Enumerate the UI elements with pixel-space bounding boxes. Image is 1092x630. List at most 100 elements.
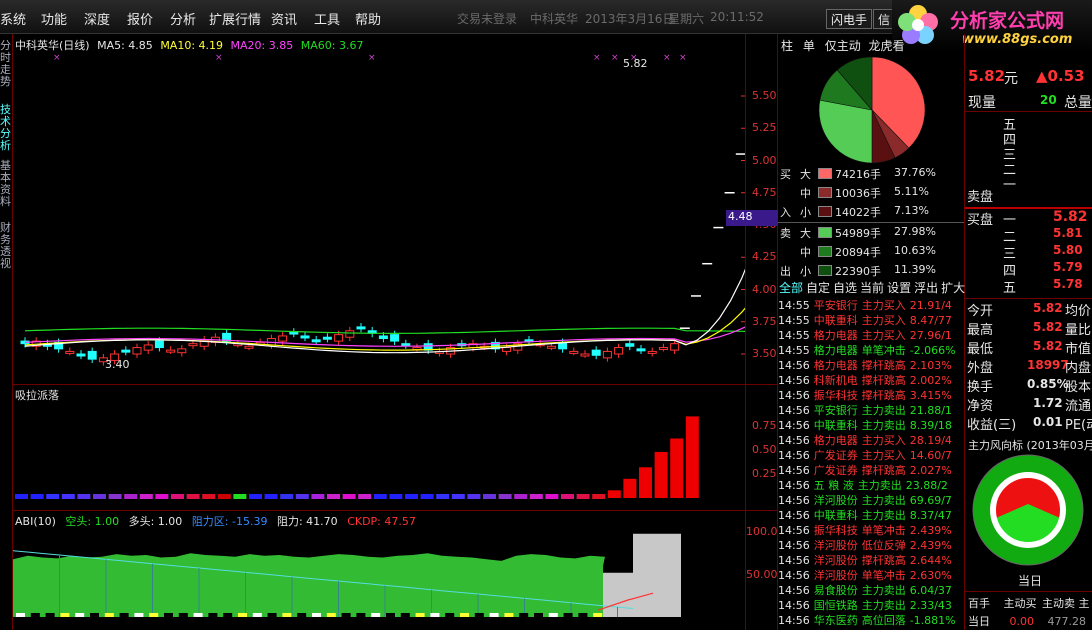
menu-quote[interactable]: 报价 (127, 9, 153, 28)
trade-row[interactable]: 14:55 格力电器 单笔冲击 -2.066% (778, 342, 960, 358)
trade-value: 21.91/4 (909, 299, 952, 312)
menu-news[interactable]: 资讯 (271, 9, 297, 28)
candle-body (569, 350, 579, 354)
filter-tab[interactable]: 扩大 (941, 281, 965, 295)
trade-time: 14:56 (778, 404, 810, 417)
tab-active-only[interactable]: 仅主动 (825, 39, 861, 53)
trade-value: 6.04/37 (909, 584, 952, 597)
filter-tab[interactable]: 当前 (860, 281, 884, 295)
trade-row[interactable]: 14:56 洋河股份 撑杆跳高 2.644% (778, 552, 956, 568)
price-tick: 3.75 (752, 314, 777, 328)
candle-body (87, 350, 97, 360)
flow-side: 出 (780, 265, 791, 278)
trade-row[interactable]: 14:55 格力电器 主力买入 27.96/1 (778, 327, 956, 343)
flow-percent: 27.98% (894, 225, 936, 238)
flow-side: 买 (780, 168, 791, 181)
trade-row[interactable]: 14:56 振华科技 撑杆跳高 3.415% (778, 387, 956, 403)
tab-bar[interactable]: 柱 (781, 39, 793, 53)
indicator1-bar (576, 494, 590, 499)
candlestick-chart[interactable]: × × × × × × × × (13, 50, 745, 384)
trade-row[interactable]: 14:56 洋河股份 主力卖出 69.69/7 (778, 492, 956, 508)
trade-row[interactable]: 14:55 平安银行 主力买入 21.91/4 (778, 297, 956, 313)
trade-stock: 科新机电 (813, 374, 858, 387)
filter-tab[interactable]: 自选 (833, 281, 857, 295)
menu-help[interactable]: 帮助 (355, 9, 381, 28)
candle-body (546, 345, 556, 349)
abi-small-bar (223, 613, 233, 617)
trade-value: -2.066% (909, 344, 956, 357)
flow-swatch (818, 187, 832, 198)
trade-row[interactable]: 14:56 国恒铁路 主力卖出 2.33/43 (778, 597, 956, 613)
header-time: 20:11:52 (710, 10, 764, 24)
tab-dragon-tiger[interactable]: 龙虎看 (869, 39, 905, 53)
side-tab-fundamentals[interactable]: 基本资料 (0, 160, 12, 216)
abi-small-bar (548, 613, 558, 617)
menu-system[interactable]: 系统 (0, 9, 26, 28)
indicator1-bar (685, 416, 699, 498)
trade-row[interactable]: 14:56 格力电器 主力买入 28.19/4 (778, 432, 956, 448)
trade-type: 撑杆跳高 (861, 464, 906, 477)
side-tab-technical[interactable]: 技术分析 (0, 104, 12, 156)
header-main: 主 (1078, 597, 1090, 610)
stat-label-2: 股本 (1065, 380, 1092, 395)
stat-label: 收益(三) (967, 418, 1017, 433)
flash-trade-button[interactable]: 闪电手 (826, 9, 873, 29)
abi-small-bar (267, 613, 277, 617)
filter-tab[interactable]: 设置 (887, 281, 911, 295)
menu-tools[interactable]: 工具 (314, 9, 340, 28)
filter-tab[interactable]: 浮出 (914, 281, 938, 295)
candle-body (647, 350, 657, 354)
trade-time: 14:56 (778, 389, 810, 402)
trade-row[interactable]: 14:56 洋河股份 低位反弹 2.439% (778, 537, 956, 553)
trade-value: 2.103% (909, 359, 952, 372)
trade-row[interactable]: 14:56 中联重科 主力卖出 8.37/47 (778, 507, 956, 523)
trade-row[interactable]: 14:56 振华科技 单笔冲击 2.439% (778, 522, 956, 538)
signal-marker: × (368, 53, 376, 63)
menu-depth[interactable]: 深度 (84, 9, 110, 28)
candle-body (670, 343, 680, 351)
trade-row[interactable]: 14:56 广发证券 主力买入 14.60/7 (778, 447, 956, 463)
trade-row[interactable]: 14:56 科新机电 撑杆跳高 2.002% (778, 372, 956, 388)
trade-row[interactable]: 14:56 五 粮 液主力卖出 23.88/2 (778, 477, 952, 493)
stat-label: 最高 (967, 323, 994, 338)
trade-row[interactable]: 14:56 平安银行 主力卖出 21.88/1 (778, 402, 956, 418)
stat-value: 5.82 (1033, 320, 1063, 334)
trade-row[interactable]: 14:56 格力电器 撑杆跳高 2.103% (778, 357, 956, 373)
stat-value: 5.82 (1033, 301, 1063, 315)
side-tab-financials[interactable]: 财务透视 (0, 222, 12, 274)
trade-value: -1.881% (909, 614, 956, 627)
trade-time: 14:55 (778, 344, 810, 357)
header-hundred-lots: 百手 (968, 597, 990, 610)
filter-tab[interactable]: 全部 (779, 281, 803, 295)
indicator1-chart[interactable] (13, 398, 745, 510)
menu-analysis[interactable]: 分析 (170, 9, 196, 28)
bottom-row-v1: 0.00 (1009, 615, 1035, 628)
abi-small-bar (16, 613, 25, 617)
candle-body (188, 343, 198, 347)
indicator1-bar (217, 494, 231, 499)
trade-row[interactable]: 14:56 广发证券 撑杆跳高 2.027% (778, 462, 956, 478)
trade-row[interactable]: 14:56 中联重科 主力卖出 8.39/18 (778, 417, 956, 433)
trade-type: 主力卖出 (861, 494, 906, 507)
menu-function[interactable]: 功能 (41, 9, 67, 28)
ma20-line (24, 326, 745, 347)
trade-row[interactable]: 14:55 中联重科 主力买入 8.47/77 (778, 312, 956, 328)
high-price-label: 5.82 (623, 57, 648, 70)
trade-row[interactable]: 14:56 易食股份 主力卖出 6.04/37 (778, 582, 956, 598)
side-tab-intraday[interactable]: 分时走势 (0, 40, 12, 102)
menu-extended[interactable]: 扩展行情 (209, 9, 261, 28)
abi-small-bar (178, 613, 188, 617)
trade-row[interactable]: 14:56 洋河股份 单笔冲击 2.630% (778, 567, 956, 583)
trade-time: 14:56 (778, 584, 810, 597)
buy-title: 买盘 (967, 213, 994, 228)
indicator2-chart[interactable] (13, 527, 745, 630)
indicator1-bar (545, 494, 559, 499)
trade-type: 主力卖出 (861, 584, 906, 597)
xianliang-label: 现量 (968, 95, 996, 111)
candle-body (356, 326, 366, 330)
tab-single[interactable]: 单 (803, 39, 815, 53)
trade-row[interactable]: 14:56 华东医药 高位回落 -1.881% (778, 612, 960, 628)
trade-stock: 格力电器 (813, 434, 858, 447)
flow-percent: 37.76% (894, 166, 936, 179)
filter-tab[interactable]: 自定 (806, 281, 830, 295)
